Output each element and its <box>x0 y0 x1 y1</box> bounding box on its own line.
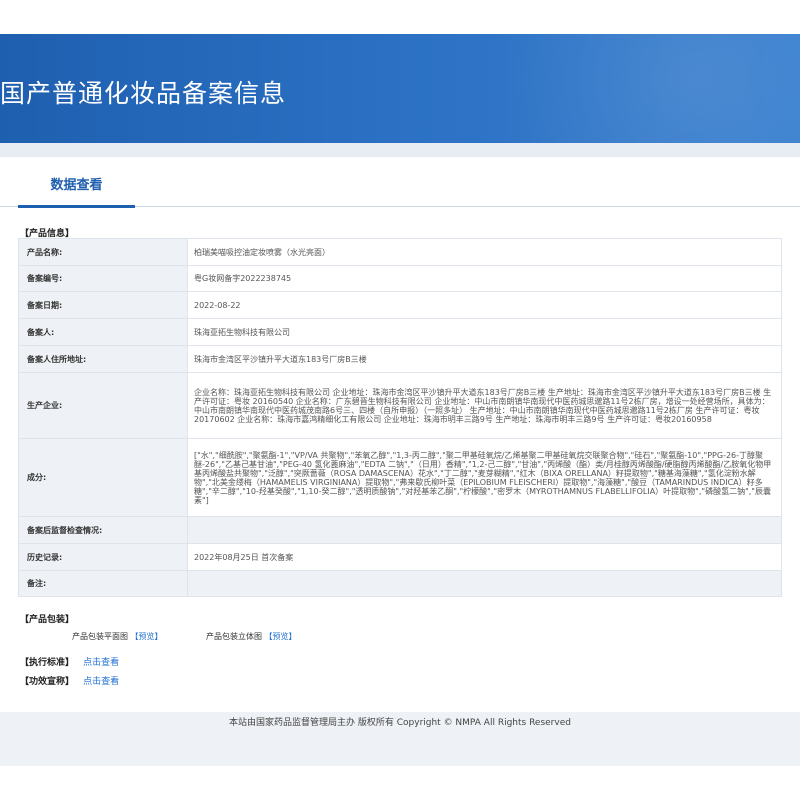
row-label: 备案人住所地址: <box>18 345 188 373</box>
table-row: 产品名称: 柏瑞美喵吸控油定妆喷雾（水光亮面） <box>18 238 782 266</box>
registrant-value: 珠海亚拓生物科技有限公司 <box>187 318 782 346</box>
package-flat-item: 产品包装平面图 【预览】 <box>72 631 163 642</box>
history-value: 2022年08月25日 首次备案 <box>187 543 782 571</box>
registration-number-value: 粤G妆网备字2022238745 <box>187 265 782 292</box>
product-info-table: 产品名称: 柏瑞美喵吸控油定妆喷雾（水光亮面） 备案编号: 粤G妆网备字2022… <box>18 238 782 597</box>
tab-bar: 数据查看 <box>0 157 800 208</box>
row-label: 成分: <box>18 438 188 517</box>
standard-section-title: 【执行标准】 <box>20 658 75 668</box>
package-3d-item: 产品包装立体图 【预览】 <box>206 631 297 642</box>
table-row: 备案编号: 粤G妆网备字2022238745 <box>18 265 782 292</box>
tab-data-view[interactable]: 数据查看 <box>18 157 135 205</box>
row-label: 产品名称: <box>18 238 188 266</box>
efficacy-section: 【功效宣称】 点击查看 <box>20 674 119 687</box>
packaging-section-title: 【产品包装】 <box>20 615 75 625</box>
efficacy-view-link[interactable]: 点击查看 <box>83 677 119 687</box>
tab-active-indicator <box>18 205 135 208</box>
efficacy-section-title: 【功效宣称】 <box>20 677 75 687</box>
product-name-value: 柏瑞美喵吸控油定妆喷雾（水光亮面） <box>187 238 782 266</box>
registration-date-value: 2022-08-22 <box>187 291 782 319</box>
table-row: 备注: <box>18 570 782 597</box>
table-row: 历史记录: 2022年08月25日 首次备案 <box>18 543 782 571</box>
table-row: 备案后监督检查情况: <box>18 516 782 544</box>
table-row: 备案人: 珠海亚拓生物科技有限公司 <box>18 318 782 346</box>
page-title: 国产普通化妆品备案信息 <box>0 79 287 108</box>
row-label: 备案后监督检查情况: <box>18 516 188 544</box>
standard-section: 【执行标准】 点击查看 <box>20 655 119 668</box>
remarks-value <box>187 570 782 597</box>
row-label: 备注: <box>18 570 188 597</box>
row-label: 备案日期: <box>18 291 188 319</box>
header-divider <box>0 143 800 157</box>
header-banner: 国产普通化妆品备案信息 <box>0 34 800 143</box>
page-footer: 本站由国家药品监督管理局主办 版权所有 Copyright © NMPA All… <box>0 712 800 766</box>
supervision-value <box>187 516 782 544</box>
ingredients-value: ["水","细酰胺","聚氨酯-1","VP/VA 共聚物","苯氧乙醇","1… <box>187 438 782 517</box>
package-flat-label: 产品包装平面图 <box>72 632 128 641</box>
row-label: 备案人: <box>18 318 188 346</box>
top-blank <box>0 0 800 34</box>
package-flat-preview-link[interactable]: 【预览】 <box>131 632 163 641</box>
table-row: 生产企业: 企业名称：珠海亚拓生物科技有限公司 企业地址：珠海市金湾区平沙镇升平… <box>18 372 782 439</box>
package-3d-label: 产品包装立体图 <box>206 632 262 641</box>
standard-view-link[interactable]: 点击查看 <box>83 658 119 668</box>
table-row: 成分: ["水","细酰胺","聚氨酯-1","VP/VA 共聚物","苯氧乙醇… <box>18 438 782 517</box>
table-row: 备案人住所地址: 珠海市金湾区平沙镇升平大道东183号厂房B三楼 <box>18 345 782 373</box>
row-label: 生产企业: <box>18 372 188 439</box>
table-row: 备案日期: 2022-08-22 <box>18 291 782 319</box>
package-3d-preview-link[interactable]: 【预览】 <box>265 632 297 641</box>
footer-copyright: 本站由国家药品监督管理局主办 版权所有 Copyright © NMPA All… <box>229 718 571 728</box>
registrant-address-value: 珠海市金湾区平沙镇升平大道东183号厂房B三楼 <box>187 345 782 373</box>
row-label: 备案编号: <box>18 265 188 292</box>
row-label: 历史记录: <box>18 543 188 571</box>
banner-decoration <box>380 34 800 143</box>
manufacturer-value: 企业名称：珠海亚拓生物科技有限公司 企业地址：珠海市金湾区平沙镇升平大道东183… <box>187 372 782 439</box>
